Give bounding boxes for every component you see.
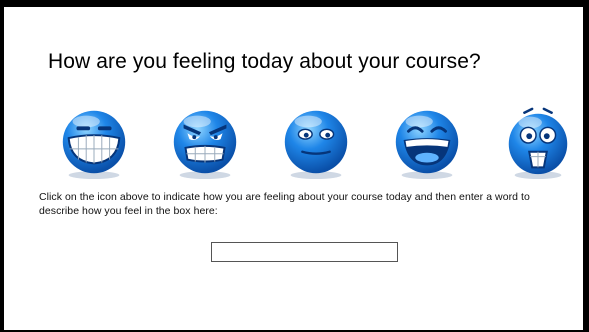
- laughing-face-icon[interactable]: [388, 103, 468, 183]
- instructions-text: Click on the icon above to indicate how …: [39, 191, 530, 217]
- slide-frame: How are you feeling today about your cou…: [0, 0, 589, 332]
- angry-face-icon[interactable]: [166, 103, 246, 183]
- feeling-word-input[interactable]: [211, 242, 398, 262]
- calm-face-icon[interactable]: [277, 103, 357, 183]
- grinning-face-icon[interactable]: [55, 103, 135, 183]
- page-title: How are you feeling today about your cou…: [48, 50, 481, 73]
- shocked-face-icon[interactable]: [499, 103, 579, 183]
- emoticon-row: [55, 103, 575, 183]
